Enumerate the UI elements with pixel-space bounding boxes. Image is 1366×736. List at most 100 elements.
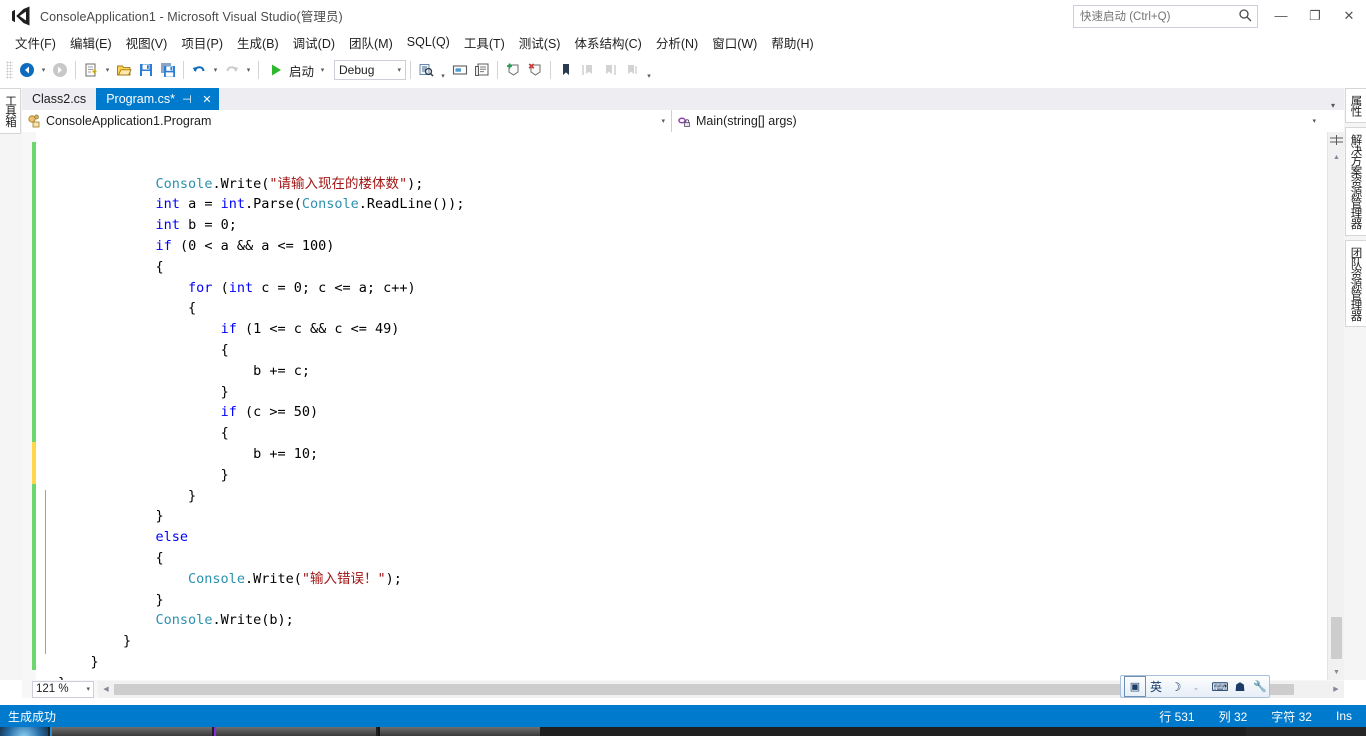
save-icon[interactable] [135, 59, 157, 81]
next-bookmark-icon[interactable] [599, 59, 621, 81]
previous-bookmark-icon[interactable] [577, 59, 599, 81]
navigate-back-icon[interactable] [16, 59, 38, 81]
menu-build[interactable]: 生成(B) [230, 31, 286, 54]
menu-file[interactable]: 文件(F) [8, 31, 63, 54]
save-all-icon[interactable] [157, 59, 179, 81]
solution-configuration-combo[interactable]: Debug ▾ [334, 60, 407, 80]
code-line: b += 10; [58, 444, 1322, 465]
menu-sql[interactable]: SQL(Q) [400, 33, 457, 51]
pin-icon[interactable]: ⊣ [179, 91, 195, 107]
scroll-left-arrow-icon[interactable]: ◀ [98, 681, 114, 698]
open-file-icon[interactable] [113, 59, 135, 81]
add-bookmark-icon[interactable] [502, 59, 524, 81]
ime-user-dictionary-icon[interactable]: ☗ [1230, 677, 1250, 696]
navigate-back-dropdown[interactable]: ▾ [38, 59, 49, 81]
find-overflow-dropdown[interactable]: ▾ [437, 58, 449, 82]
toggle-bookmark-icon[interactable] [555, 59, 577, 81]
zoom-level-combo[interactable]: 121 % ▾ [32, 680, 94, 698]
toolbar-grip[interactable] [6, 61, 13, 79]
clear-bookmarks-icon[interactable] [621, 59, 643, 81]
toolbar-overflow-button[interactable]: ▾ [643, 58, 655, 82]
outlining-margin[interactable] [36, 132, 58, 680]
quick-launch-box[interactable] [1073, 5, 1258, 28]
chevron-down-icon[interactable]: ▾ [661, 117, 665, 125]
dock-team-explorer[interactable]: 团队资源管理器 [1344, 239, 1366, 327]
code-token: .Write( [212, 175, 270, 192]
menu-help[interactable]: 帮助(H) [764, 31, 820, 54]
windows-taskbar[interactable] [0, 727, 1366, 736]
ime-mode-icon[interactable]: ▣ [1124, 676, 1146, 697]
chevron-down-icon[interactable]: ▾ [1312, 117, 1316, 125]
new-project-icon[interactable] [80, 59, 102, 81]
menu-debug[interactable]: 调试(D) [286, 31, 342, 54]
ime-language-bar[interactable]: ▣ 英 ☽ „ ⌨ ☗ 🔧 [1120, 675, 1270, 698]
menu-view[interactable]: 视图(V) [119, 31, 175, 54]
code-editor[interactable]: Console.Write("请输入现在的楼体数"); int a = int.… [22, 132, 1345, 680]
type-selector-value: ConsoleApplication1.Program [46, 114, 212, 128]
start-debug-icon[interactable] [265, 59, 287, 81]
ime-halfwidth-icon[interactable]: ☽ [1166, 677, 1186, 696]
menu-team[interactable]: 团队(M) [342, 31, 400, 54]
new-project-dropdown[interactable]: ▾ [102, 59, 113, 81]
menu-window[interactable]: 窗口(W) [705, 31, 764, 54]
ime-settings-icon[interactable]: 🔧 [1250, 677, 1270, 696]
toolbar-separator [497, 61, 499, 79]
start-debug-label: 启动 [289, 64, 315, 79]
uncomment-icon[interactable] [471, 59, 493, 81]
menu-analyze[interactable]: 分析(N) [649, 31, 705, 54]
taskbar-item[interactable] [378, 727, 540, 736]
menu-tools[interactable]: 工具(T) [457, 31, 512, 54]
comment-icon[interactable] [449, 59, 471, 81]
scroll-down-arrow-icon[interactable]: ▼ [1328, 664, 1345, 680]
windows-start-button[interactable] [0, 727, 48, 736]
ime-language-english[interactable]: 英 [1146, 677, 1166, 696]
dock-properties[interactable]: 属性 [1344, 88, 1366, 123]
code-token: } [220, 466, 229, 483]
close-button[interactable]: ✕ [1332, 0, 1366, 31]
search-icon[interactable] [1238, 8, 1253, 23]
menu-architecture[interactable]: 体系结构(C) [567, 31, 648, 54]
vertical-scroll-thumb[interactable] [1331, 617, 1342, 659]
remove-bookmark-icon[interactable] [524, 59, 546, 81]
start-debug-dropdown[interactable]: ▾ [317, 59, 328, 81]
horizontal-scroll-thumb[interactable] [114, 683, 1294, 695]
editor-vertical-scrollbar[interactable]: ▲ ▼ [1327, 132, 1345, 680]
redo-dropdown[interactable]: ▾ [243, 59, 254, 81]
scroll-right-arrow-icon[interactable]: ▶ [1328, 681, 1344, 698]
tab-program-cs[interactable]: Program.cs* ⊣ ✕ [96, 88, 219, 110]
quick-launch-input[interactable] [1074, 7, 1232, 26]
code-text-area[interactable]: Console.Write("请输入现在的楼体数"); int a = int.… [58, 132, 1322, 680]
code-token: ); [385, 570, 402, 587]
find-in-files-icon[interactable] [415, 59, 437, 81]
code-line: Console.Write(b); [58, 610, 1322, 631]
ime-soft-keyboard-icon[interactable]: ⌨ [1210, 677, 1230, 696]
scroll-up-arrow-icon[interactable]: ▲ [1328, 149, 1345, 165]
split-view-handle[interactable] [1328, 132, 1345, 148]
redo-icon[interactable] [221, 59, 243, 81]
toolbar-separator [410, 61, 412, 79]
dock-solution-explorer[interactable]: 解决方案资源管理器 [1344, 127, 1366, 236]
undo-icon[interactable] [188, 59, 210, 81]
tab-class2-cs[interactable]: Class2.cs [22, 88, 97, 110]
dock-toolbox[interactable]: 工具箱 [0, 88, 21, 134]
menu-edit[interactable]: 编辑(E) [63, 31, 119, 54]
start-debug-button[interactable]: 启动 ▾ [263, 59, 330, 81]
navigate-forward-icon[interactable] [49, 59, 71, 81]
tab-list-dropdown-icon[interactable]: ▾ [1326, 101, 1340, 110]
code-token: { [220, 425, 229, 442]
chevron-down-icon[interactable]: ▾ [398, 66, 402, 74]
taskbar-item[interactable] [50, 727, 212, 736]
taskbar-item[interactable] [214, 727, 376, 736]
menu-project[interactable]: 项目(P) [174, 31, 230, 54]
chevron-down-icon[interactable]: ▾ [86, 685, 90, 693]
ime-punctuation-icon[interactable]: „ [1186, 677, 1206, 696]
maximize-button[interactable]: ❐ [1298, 0, 1332, 31]
system-tray[interactable] [1246, 727, 1366, 736]
minimize-button[interactable]: — [1264, 0, 1298, 31]
member-selector-combo[interactable]: Main(string[] args) ▾ [672, 110, 1322, 132]
undo-dropdown[interactable]: ▾ [210, 59, 221, 81]
type-selector-combo[interactable]: ConsoleApplication1.Program ▾ [22, 110, 672, 132]
close-icon[interactable]: ✕ [199, 91, 215, 107]
code-navigation-bar: ConsoleApplication1.Program ▾ Main(strin… [22, 110, 1344, 133]
menu-test[interactable]: 测试(S) [512, 31, 568, 54]
